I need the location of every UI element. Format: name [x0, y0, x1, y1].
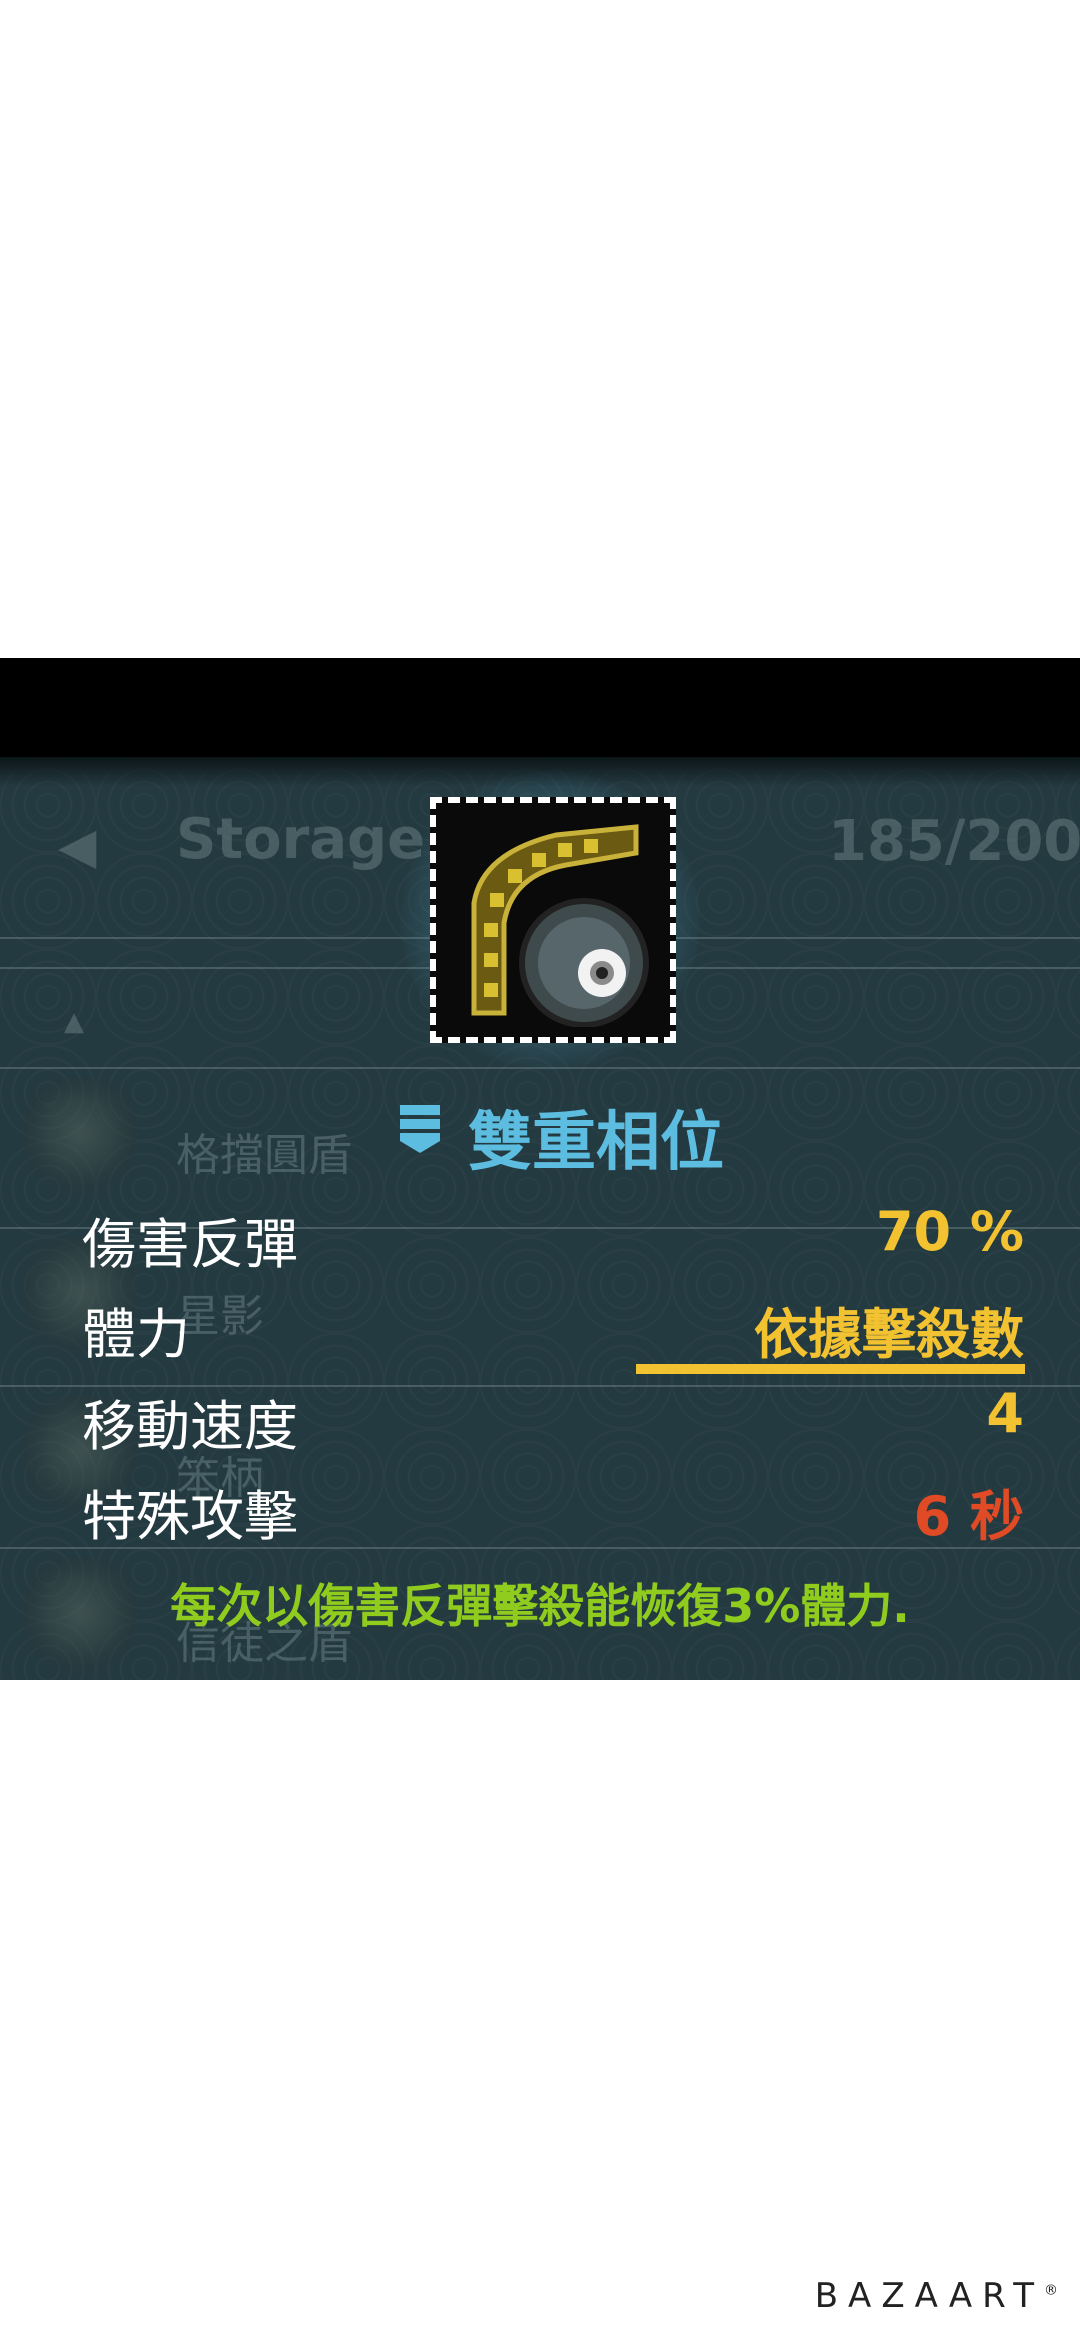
storage-title: Storage — [176, 807, 426, 872]
watermark: BAZAART® — [815, 2276, 1058, 2316]
stat-value-move-speed: 4 — [986, 1382, 1024, 1445]
item-name: 雙重相位 — [468, 1106, 724, 1180]
double-phase-shield-icon — [471, 824, 649, 1027]
stat-label-move-speed: 移動速度 — [82, 1395, 298, 1458]
item-icon-frame — [430, 797, 676, 1043]
watermark-mark: ® — [1044, 2282, 1058, 2299]
stat-value-special-attack: 6 秒 — [913, 1485, 1024, 1548]
item-description: 每次以傷害反彈擊殺能恢復3%體力. — [170, 1579, 910, 1633]
stat-label-damage-reflect: 傷害反彈 — [82, 1213, 298, 1276]
scroll-up-icon[interactable]: ▲ — [64, 1007, 84, 1037]
stat-value-damage-reflect: 70 % — [875, 1200, 1024, 1263]
item-title-row: 雙重相位 — [0, 1085, 1080, 1180]
stat-label-stamina: 體力 — [82, 1303, 190, 1366]
stamina-underline — [636, 1364, 1025, 1374]
rank-chevron-icon — [400, 1105, 440, 1153]
watermark-brand: BAZAART — [814, 2276, 1044, 2316]
letterbox-top-bar — [0, 658, 1080, 758]
stat-label-special-attack: 特殊攻擊 — [82, 1485, 298, 1548]
stat-value-stamina: 依據擊殺數 — [754, 1303, 1024, 1366]
storage-count: 185/200 — [828, 809, 1080, 874]
back-arrow-icon[interactable]: ◀ — [58, 817, 96, 875]
